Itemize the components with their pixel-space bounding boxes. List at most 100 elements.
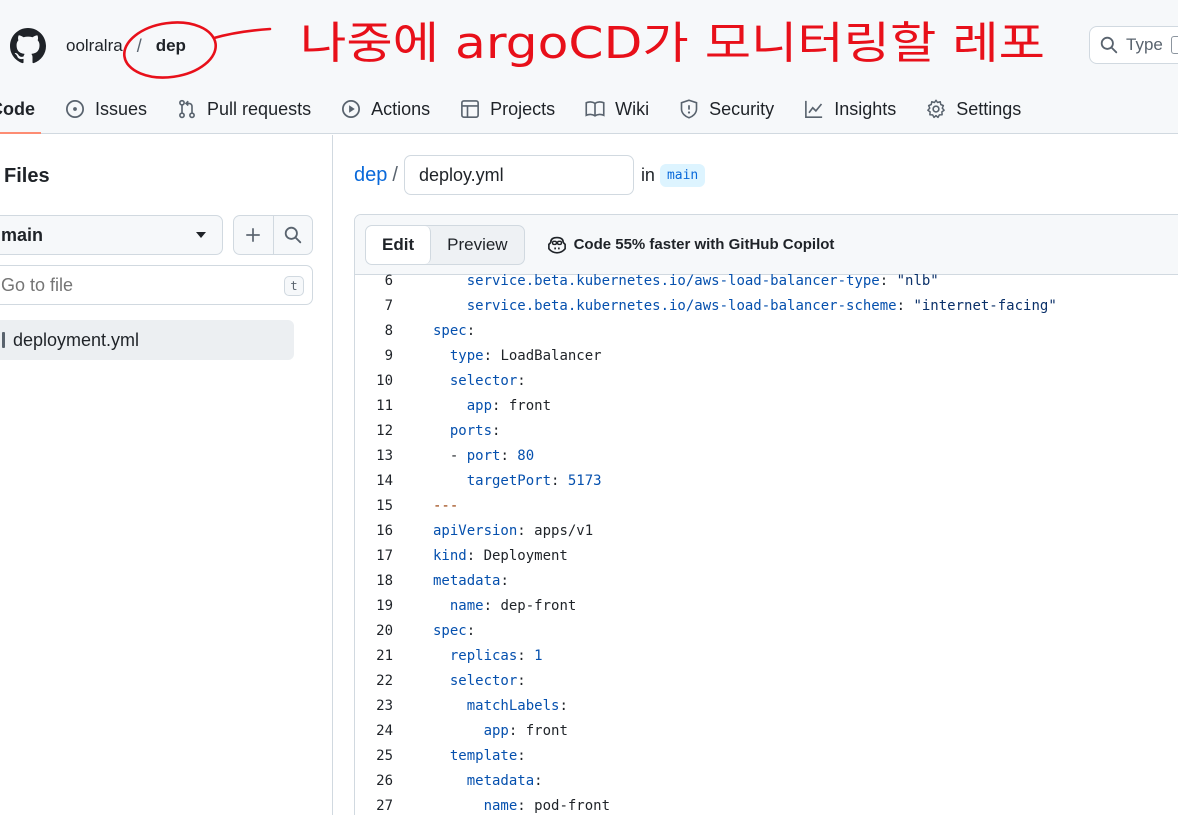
yaml-value: "nlb" <box>896 272 939 289</box>
yaml-separator: : <box>483 597 501 614</box>
file-path-bar: dep / in main <box>354 155 706 195</box>
tab-projects[interactable]: Projects <box>460 84 555 134</box>
code-line[interactable]: 9 type: LoadBalancer <box>355 343 1178 368</box>
line-number: 6 <box>384 272 393 289</box>
code-line[interactable]: 19 name: dep-front <box>355 593 1178 618</box>
repo-nav: Code Issues Pull requests Actions Projec… <box>0 84 1051 134</box>
go-to-file-shortcut: t <box>284 276 304 296</box>
go-to-file-field[interactable]: t <box>0 265 313 305</box>
tab-issues[interactable]: Issues <box>65 84 147 134</box>
search-placeholder: Type <box>1126 35 1163 54</box>
editor-tabs: Edit Preview <box>365 224 525 265</box>
breadcrumb-separator: / <box>136 35 142 56</box>
tab-pull-requests[interactable]: Pull requests <box>177 84 311 134</box>
code-line[interactable]: 27 name: pod-front <box>355 793 1178 815</box>
code-line[interactable]: 17 kind: Deployment <box>355 543 1178 568</box>
path-repo-link[interactable]: dep <box>354 164 387 187</box>
copilot-promo-text: Code 55% faster with GitHub Copilot <box>573 236 835 253</box>
tab-wiki-label: Wiki <box>615 98 650 119</box>
filename-input[interactable] <box>403 155 634 195</box>
code-line[interactable]: 23 matchLabels: <box>355 693 1178 718</box>
yaml-separator: : <box>466 547 484 564</box>
code-line[interactable]: 6 service.beta.kubernetes.io/aws-load-ba… <box>355 268 1178 293</box>
line-number: 14 <box>376 472 393 489</box>
repo-name-link[interactable]: dep <box>156 36 186 56</box>
tab-pull-requests-label: Pull requests <box>207 98 312 119</box>
tab-code[interactable]: Code <box>0 84 41 134</box>
code-line[interactable]: 26 metadata: <box>355 768 1178 793</box>
tab-security[interactable]: Security <box>679 84 774 134</box>
search-files-button[interactable] <box>272 216 313 254</box>
code-line[interactable]: 25 template: <box>355 743 1178 768</box>
path-in-label: in <box>640 164 655 185</box>
github-logo-icon[interactable] <box>10 28 46 64</box>
yaml-separator: : <box>517 372 526 389</box>
code-editor: Edit Preview Code 55% faster with GitHub… <box>354 214 1178 815</box>
code-lines[interactable]: 6 service.beta.kubernetes.io/aws-load-ba… <box>355 268 1178 815</box>
yaml-key: apiVersion <box>433 522 518 539</box>
code-line[interactable]: 7 service.beta.kubernetes.io/aws-load-ba… <box>355 293 1178 318</box>
gear-icon <box>927 99 946 119</box>
sidebar-title: Files <box>4 165 50 187</box>
go-to-file-input[interactable] <box>1 274 261 296</box>
line-number: 25 <box>376 747 393 764</box>
code-line[interactable]: 13 - port: 80 <box>355 443 1178 468</box>
code-line[interactable]: 24 app: front <box>355 718 1178 743</box>
code-line[interactable]: 11 app: front <box>355 393 1178 418</box>
tab-settings-label: Settings <box>956 98 1022 119</box>
branch-badge[interactable]: main <box>659 163 706 187</box>
file-actions-group <box>233 215 313 255</box>
code-line[interactable]: 10 selector: <box>355 368 1178 393</box>
tab-preview[interactable]: Preview <box>431 226 523 264</box>
yaml-separator: : <box>483 347 501 364</box>
yaml-value: "internet-facing" <box>913 297 1057 314</box>
yaml-key: matchLabels <box>466 697 560 714</box>
yaml-key: ports <box>449 422 493 439</box>
tab-actions[interactable]: Actions <box>341 84 430 134</box>
code-line[interactable]: 8 spec: <box>355 318 1178 343</box>
line-number: 19 <box>376 597 393 614</box>
yaml-separator: : <box>517 672 526 689</box>
repo-owner-link[interactable]: oolralra <box>66 36 123 56</box>
code-line[interactable]: 18 metadata: <box>355 568 1178 593</box>
tab-insights[interactable]: Insights <box>804 84 896 134</box>
yaml-key: selector <box>449 672 518 689</box>
yaml-key: port <box>466 447 501 464</box>
add-file-button[interactable] <box>234 216 273 254</box>
search-input[interactable]: Type <box>1089 26 1178 64</box>
code-line[interactable]: 21 replicas: 1 <box>355 643 1178 668</box>
issue-icon <box>66 100 84 118</box>
shield-icon <box>680 99 698 119</box>
yaml-value: --- <box>433 497 459 514</box>
search-shortcut-key <box>1170 36 1178 54</box>
code-line[interactable]: 14 targetPort: 5173 <box>355 468 1178 493</box>
search-icon <box>284 226 301 244</box>
yaml-key: metadata <box>433 572 501 589</box>
tab-wiki[interactable]: Wiki <box>585 84 649 134</box>
yaml-key: replicas <box>449 647 518 664</box>
code-line[interactable]: 20 spec: <box>355 618 1178 643</box>
line-number: 7 <box>384 297 393 314</box>
yaml-separator: : <box>551 472 568 489</box>
code-line[interactable]: 12 ports: <box>355 418 1178 443</box>
play-icon <box>342 100 361 118</box>
tab-edit[interactable]: Edit <box>366 225 432 264</box>
code-line[interactable]: 15 --- <box>355 493 1178 518</box>
line-number: 21 <box>376 647 393 664</box>
file-tree-item[interactable]: deployment.yml <box>0 320 294 360</box>
code-line[interactable]: 16 apiVersion: apps/v1 <box>355 518 1178 543</box>
yaml-separator: : <box>500 447 518 464</box>
copilot-promo[interactable]: Code 55% faster with GitHub Copilot <box>547 235 835 255</box>
yaml-value: front <box>508 397 552 414</box>
yaml-key: metadata <box>466 772 535 789</box>
tab-settings[interactable]: Settings <box>926 84 1021 134</box>
code-line[interactable]: 22 selector: <box>355 668 1178 693</box>
branch-selector[interactable]: main <box>0 215 223 255</box>
yaml-value: 5173 <box>567 472 602 489</box>
path-separator: / <box>392 163 398 186</box>
